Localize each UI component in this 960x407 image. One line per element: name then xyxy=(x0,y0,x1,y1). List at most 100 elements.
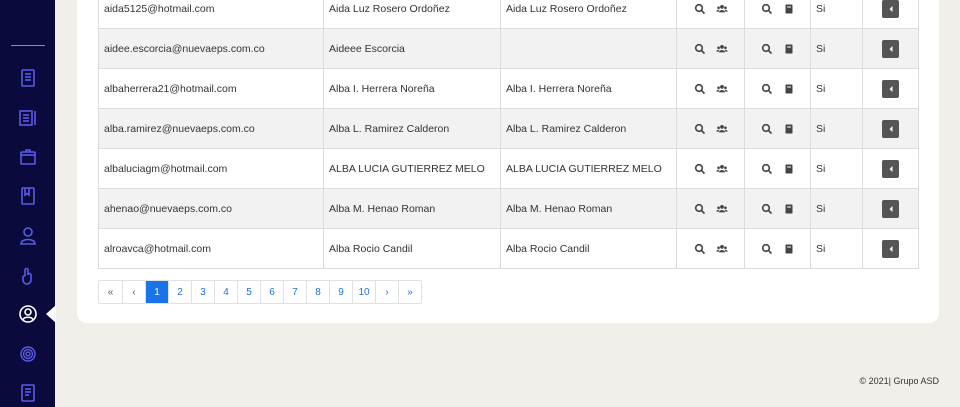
cell-name: Aideee Escorcia xyxy=(323,28,501,69)
expand-button[interactable] xyxy=(882,39,899,58)
pagination-page[interactable]: 6 xyxy=(260,281,283,303)
table-row: albaluciagm@hotmail.com ALBA LUCIA GUTIER… xyxy=(98,148,919,189)
search-icon[interactable] xyxy=(761,243,773,255)
search-icon[interactable] xyxy=(761,43,773,55)
cell-actions xyxy=(744,68,811,109)
fingerprint-icon[interactable] xyxy=(17,343,39,365)
cell-email: albaherrera21@hotmail.com xyxy=(98,68,324,109)
hand-icon[interactable] xyxy=(17,265,39,287)
cell-status: Si xyxy=(810,148,863,189)
pagination-prev[interactable]: ‹ xyxy=(122,281,145,303)
user-circle-icon[interactable] xyxy=(17,303,39,325)
book-icon[interactable] xyxy=(783,123,795,135)
cell-actions xyxy=(744,228,811,269)
document-icon[interactable] xyxy=(17,67,39,89)
pagination-first[interactable]: « xyxy=(99,281,122,303)
search-icon[interactable] xyxy=(694,43,706,55)
users-icon[interactable] xyxy=(715,83,728,95)
cell-name: Alba I. Herrera Noreña xyxy=(323,68,501,109)
pagination: « ‹ 1 2 3 4 5 6 7 8 9 10 › » xyxy=(98,280,422,304)
user-icon[interactable] xyxy=(17,225,39,247)
cell-actions xyxy=(676,28,745,69)
search-icon[interactable] xyxy=(761,123,773,135)
expand-button[interactable] xyxy=(882,119,899,138)
users-icon[interactable] xyxy=(715,3,728,15)
book-icon[interactable] xyxy=(783,3,795,15)
table-row: alba.ramirez@nuevaeps.com.co Alba L. Rami… xyxy=(98,108,919,149)
cell-email: albaluciagm@hotmail.com xyxy=(98,148,324,189)
list-icon[interactable] xyxy=(17,107,39,129)
cell-status: Si xyxy=(810,28,863,69)
cell-expand xyxy=(862,108,919,149)
cell-email: alba.ramirez@nuevaeps.com.co xyxy=(98,108,324,149)
pagination-page[interactable]: 4 xyxy=(214,281,237,303)
caret-left-icon xyxy=(888,165,894,173)
cell-email: ahenao@nuevaeps.com.co xyxy=(98,188,324,229)
search-icon[interactable] xyxy=(761,83,773,95)
expand-button[interactable] xyxy=(882,239,899,258)
search-icon[interactable] xyxy=(761,203,773,215)
cell-display-name: Alba I. Herrera Noreña xyxy=(500,68,677,109)
cell-actions xyxy=(676,228,745,269)
cell-email: aida5125@hotmail.com xyxy=(98,0,324,29)
cell-status: Si xyxy=(810,228,863,269)
expand-button[interactable] xyxy=(882,199,899,218)
search-icon[interactable] xyxy=(761,163,773,175)
book-icon[interactable] xyxy=(783,163,795,175)
notebook-icon[interactable] xyxy=(17,382,39,404)
pagination-page[interactable]: 3 xyxy=(191,281,214,303)
users-icon[interactable] xyxy=(715,203,728,215)
book-icon[interactable] xyxy=(783,43,795,55)
pagination-page[interactable]: 8 xyxy=(306,281,329,303)
table-row: alroavca@hotmail.com Alba Rocio Candil Alb… xyxy=(98,228,919,269)
pagination-page[interactable]: 10 xyxy=(352,281,375,303)
pagination-last[interactable]: » xyxy=(398,281,421,303)
book-icon[interactable] xyxy=(17,185,39,207)
search-icon[interactable] xyxy=(694,163,706,175)
users-icon[interactable] xyxy=(715,123,728,135)
table-row: aidee.escorcia@nuevaeps.com.co Aideee Esc… xyxy=(98,28,919,69)
cell-status: Si xyxy=(810,188,863,229)
pagination-page[interactable]: 9 xyxy=(329,281,352,303)
cell-display-name: ALBA LUCIA GUTIERREZ MELO xyxy=(500,148,677,189)
book-icon[interactable] xyxy=(783,243,795,255)
cell-actions xyxy=(676,0,745,29)
cell-email: aidee.escorcia@nuevaeps.com.co xyxy=(98,28,324,69)
table-row: ahenao@nuevaeps.com.co Alba M. Henao Roma… xyxy=(98,188,919,229)
expand-button[interactable] xyxy=(882,0,899,18)
users-icon[interactable] xyxy=(715,243,728,255)
search-icon[interactable] xyxy=(694,83,706,95)
cell-actions xyxy=(676,148,745,189)
cell-expand xyxy=(862,188,919,229)
search-icon[interactable] xyxy=(694,3,706,15)
cell-display-name: Alba Rocio Candil xyxy=(500,228,677,269)
expand-button[interactable] xyxy=(882,159,899,178)
book-icon[interactable] xyxy=(783,203,795,215)
cell-email: alroavca@hotmail.com xyxy=(98,228,324,269)
search-icon[interactable] xyxy=(761,3,773,15)
pagination-page[interactable]: 7 xyxy=(283,281,306,303)
search-icon[interactable] xyxy=(694,243,706,255)
expand-button[interactable] xyxy=(882,79,899,98)
book-icon[interactable] xyxy=(783,83,795,95)
cell-name: Aida Luz Rosero Ordoñez xyxy=(323,0,501,29)
caret-left-icon xyxy=(888,45,894,53)
box-icon[interactable] xyxy=(17,146,39,168)
search-icon[interactable] xyxy=(694,123,706,135)
cell-status: Si xyxy=(810,0,863,29)
pagination-page[interactable]: 5 xyxy=(237,281,260,303)
cell-actions xyxy=(676,68,745,109)
cell-actions xyxy=(744,148,811,189)
users-icon[interactable] xyxy=(715,163,728,175)
users-icon[interactable] xyxy=(715,43,728,55)
sidebar xyxy=(0,0,56,407)
pagination-page[interactable]: 2 xyxy=(168,281,191,303)
caret-left-icon xyxy=(888,5,894,13)
cell-display-name: Aida Luz Rosero Ordoñez xyxy=(500,0,677,29)
pagination-page[interactable]: 1 xyxy=(145,281,168,303)
cell-expand xyxy=(862,148,919,189)
cell-actions xyxy=(744,0,811,29)
search-icon[interactable] xyxy=(694,203,706,215)
cell-status: Si xyxy=(810,68,863,109)
pagination-next[interactable]: › xyxy=(375,281,398,303)
